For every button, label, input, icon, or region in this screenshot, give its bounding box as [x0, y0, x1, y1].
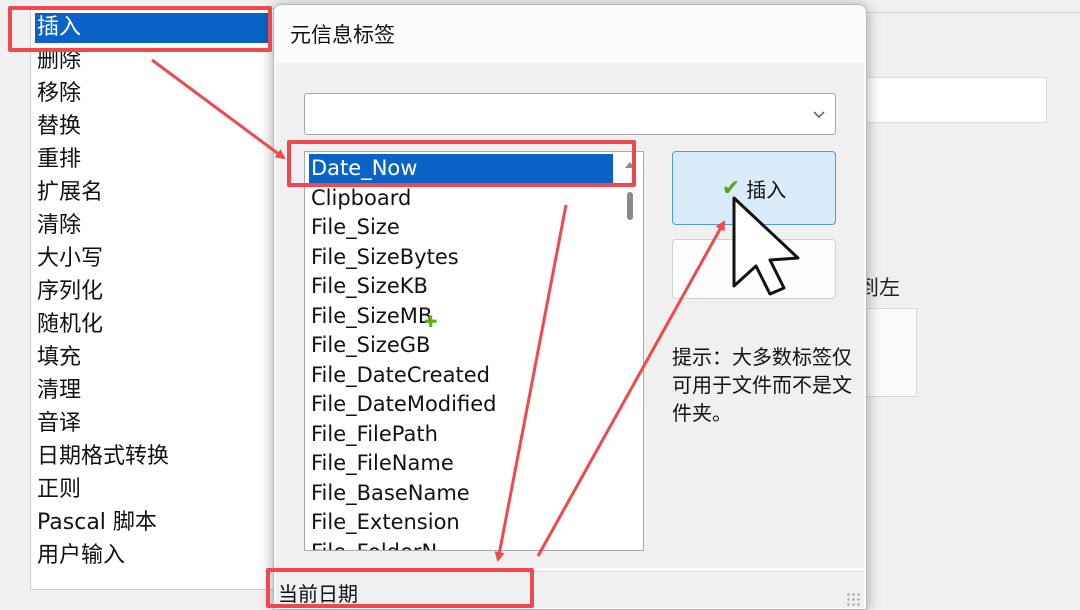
rule-type-item[interactable]: 日期格式转换 [35, 442, 269, 472]
cancel-button[interactable] [672, 239, 836, 299]
meta-tag-item[interactable]: File_FilePath [309, 420, 613, 449]
rule-type-item[interactable]: 用户输入 [35, 541, 269, 571]
insert-button-label: 插入 [746, 177, 787, 202]
insert-button[interactable]: ✔ 插入 [672, 151, 836, 225]
meta-tag-item[interactable]: File_SizeKB [309, 272, 613, 301]
dialog-title: 元信息标签 [290, 23, 395, 47]
scroll-up-icon[interactable] [625, 162, 635, 168]
background-divider [860, 12, 1080, 13]
sparkle-icon: ✚ [424, 312, 438, 331]
meta-tag-item[interactable]: File_FileName [309, 449, 613, 478]
resize-grip-icon[interactable] [846, 592, 860, 606]
rule-type-item[interactable]: 音译 [35, 409, 269, 439]
status-bar: 当前日期 [276, 571, 864, 608]
meta-tag-item[interactable]: File_Size [309, 213, 613, 242]
meta-tag-item[interactable]: File_DateModified [309, 390, 613, 419]
meta-tag-item[interactable]: File_SizeMB [309, 302, 613, 331]
meta-tag-item[interactable]: File_SizeGB [309, 331, 613, 360]
background-input[interactable] [858, 77, 1047, 123]
checkmark-icon: ✔ [721, 175, 741, 201]
rule-type-item[interactable]: 清理 [35, 376, 269, 406]
rule-type-item[interactable]: 插入 [35, 13, 269, 43]
rule-type-item[interactable]: 随机化 [35, 310, 269, 340]
chevron-down-icon[interactable] [811, 106, 827, 122]
tag-filter-combobox[interactable] [304, 93, 836, 135]
rule-type-item[interactable]: Pascal 脚本 [35, 508, 269, 538]
rule-type-item[interactable]: 正则 [35, 475, 269, 505]
rule-type-item[interactable]: 清除 [35, 211, 269, 241]
meta-tag-list[interactable]: File_FolderNFile_ExtensionFile_BaseNameF… [304, 151, 644, 551]
meta-tags-dialog: 元信息标签 File_FolderNFile_ExtensionFile_Bas… [273, 4, 867, 610]
meta-tag-item[interactable]: Clipboard [309, 184, 613, 213]
scrollbar-thumb[interactable] [627, 192, 633, 220]
rule-type-item[interactable]: 扩展名 [35, 178, 269, 208]
meta-tag-item[interactable]: File_SizeBytes [309, 243, 613, 272]
meta-tag-item[interactable]: Date_Now [309, 154, 613, 183]
rule-type-item[interactable]: 替换 [35, 112, 269, 142]
rule-type-item[interactable]: 移除 [35, 79, 269, 109]
hint-text: 提示：大多数标签仅可用于文件而不是文件夹。 [672, 345, 852, 425]
meta-tag-item[interactable]: File_BaseName [309, 479, 613, 508]
rule-type-item[interactable]: 删除 [35, 46, 269, 76]
dialog-body: File_FolderNFile_ExtensionFile_BaseNameF… [276, 63, 864, 568]
rule-type-item[interactable]: 序列化 [35, 277, 269, 307]
rule-type-list[interactable]: 插入 删除 移除 替换 重排 扩展名 清除 大小写 序列化 随机化 填充 清理 音译 日期格式转换 正则 Pa… [30, 8, 274, 590]
rule-type-item[interactable]: 重排 [35, 145, 269, 175]
meta-tag-item[interactable]: File_Extension [309, 508, 613, 537]
rule-type-item[interactable]: 填充 [35, 343, 269, 373]
meta-tag-item[interactable]: File_DateCreated [309, 361, 613, 390]
vertical-scrollbar[interactable] [625, 162, 635, 342]
meta-tag-item[interactable]: File_FolderN [309, 538, 613, 551]
status-text: 当前日期 [278, 582, 358, 606]
rule-type-item[interactable]: 大小写 [35, 244, 269, 274]
